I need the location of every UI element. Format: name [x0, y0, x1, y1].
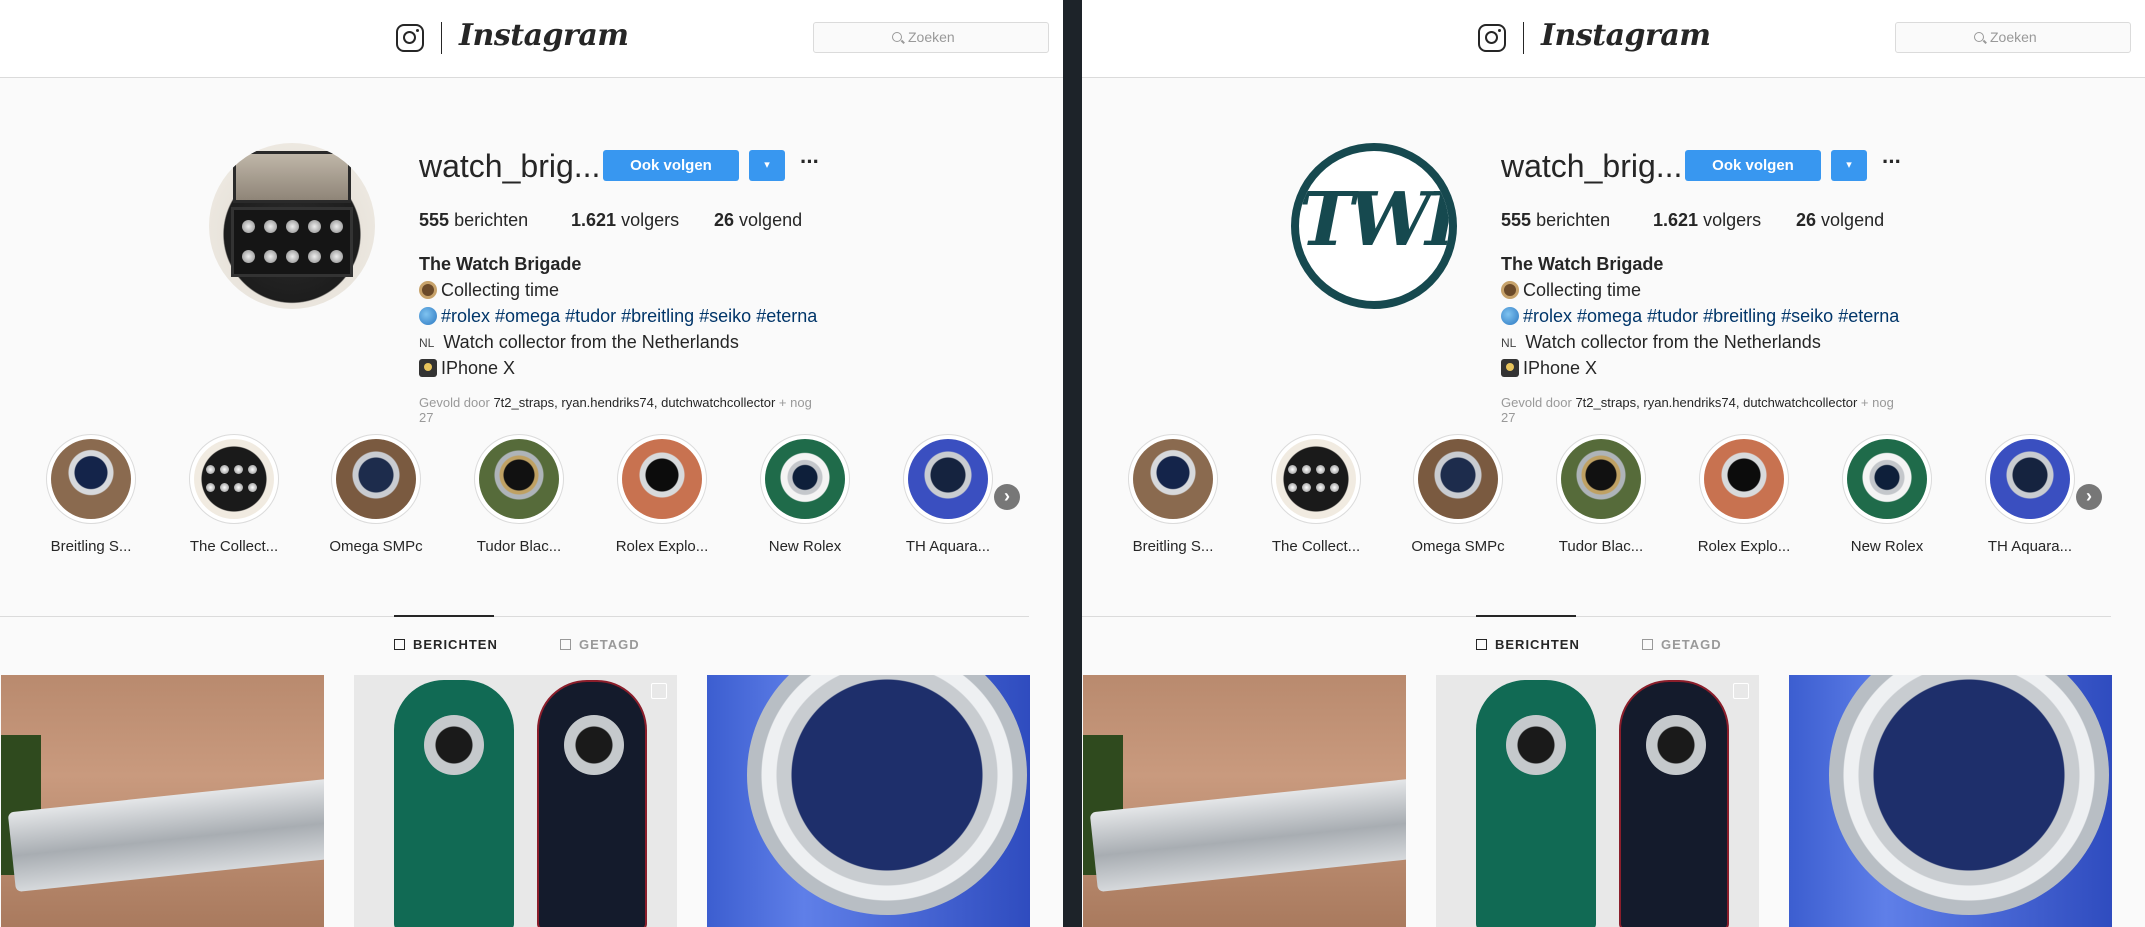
tabs-divider: [0, 616, 1029, 617]
stat-posts: 555 berichten: [419, 210, 529, 230]
grid-icon: [394, 639, 405, 650]
bio-full-name: The Watch Brigade: [1501, 254, 1664, 274]
bio-line-collector: NL Watch collector from the Netherlands: [1501, 332, 1821, 352]
bio-line-hashtags[interactable]: #rolex #omega #tudor #breitling #seiko #…: [419, 306, 817, 327]
mantel-clock-icon: [419, 281, 437, 299]
bio-full-name: The Watch Brigade: [419, 254, 582, 274]
bio-line-device: IPhone X: [419, 358, 515, 379]
more-options-icon[interactable]: ···: [800, 150, 824, 180]
followed-by[interactable]: Gevold door 7t2_straps, ryan.hendriks74,…: [1501, 395, 1911, 425]
instagram-camera-icon[interactable]: [1478, 24, 1506, 52]
highlight-story[interactable]: The Collect...: [1251, 434, 1381, 564]
active-tab-indicator: [394, 615, 494, 617]
flag-nl-icon: NL: [419, 336, 435, 350]
mantel-clock-icon: [1501, 281, 1519, 299]
tab-posts[interactable]: BERICHTEN: [394, 637, 498, 652]
instagram-camera-icon[interactable]: [396, 24, 424, 52]
highlight-story[interactable]: Omega SMPc: [311, 434, 441, 564]
avatar-box-lid: [233, 151, 351, 203]
search-placeholder: Zoeken: [1990, 29, 2037, 45]
stat-posts: 555 berichten: [1501, 210, 1611, 230]
bio-line-hashtags[interactable]: #rolex #omega #tudor #breitling #seiko #…: [1501, 306, 1899, 327]
highlight-story[interactable]: New Rolex: [740, 434, 870, 564]
logo-divider: [441, 22, 442, 54]
followed-by[interactable]: Gevold door 7t2_straps, ryan.hendriks74,…: [419, 395, 829, 425]
search-input[interactable]: Zoeken: [1895, 22, 2131, 53]
multi-photo-icon: [1733, 683, 1749, 699]
instagram-wordmark[interactable]: Instagram: [1541, 18, 1711, 53]
post-thumbnail[interactable]: [707, 675, 1030, 927]
logo-divider: [1523, 22, 1524, 54]
camera-icon: [419, 359, 437, 377]
more-options-icon[interactable]: ···: [1882, 150, 1906, 180]
twb-logo: TWB: [1299, 177, 1449, 263]
tab-tagged[interactable]: GETAGD: [560, 637, 640, 652]
instagram-wordmark[interactable]: Instagram: [459, 18, 629, 53]
profile-panel-left: Instagram Zoeken watch_brig... Ook volge…: [0, 0, 1063, 927]
highlight-story[interactable]: Rolex Explo...: [1679, 434, 1809, 564]
highlight-story[interactable]: Breitling S...: [26, 434, 156, 564]
highlight-story[interactable]: New Rolex: [1822, 434, 1952, 564]
post-thumbnail[interactable]: [1, 675, 324, 927]
profile-username: watch_brig...: [419, 148, 601, 184]
search-icon: [892, 32, 902, 42]
panel-divider: [1063, 0, 1082, 927]
active-tab-indicator: [1476, 615, 1576, 617]
multi-photo-icon: [651, 683, 667, 699]
tab-tagged[interactable]: GETAGD: [1642, 637, 1722, 652]
highlight-story[interactable]: Omega SMPc: [1393, 434, 1523, 564]
search-icon: [1974, 32, 1984, 42]
highlights-next-arrow-icon[interactable]: ›: [2076, 484, 2102, 510]
avatar-box-tray: [231, 207, 353, 277]
tagged-icon: [1642, 639, 1653, 650]
grid-icon: [1476, 639, 1487, 650]
profile-avatar[interactable]: [209, 143, 375, 309]
top-nav-bar: Instagram Zoeken: [1082, 0, 2145, 78]
highlight-story[interactable]: Tudor Blac...: [1536, 434, 1666, 564]
tab-posts[interactable]: BERICHTEN: [1476, 637, 1580, 652]
top-nav-bar: Instagram Zoeken: [0, 0, 1063, 78]
suggestions-dropdown-button[interactable]: ▾: [749, 150, 785, 181]
highlight-story[interactable]: Breitling S...: [1108, 434, 1238, 564]
post-thumbnail[interactable]: [354, 675, 677, 927]
suggestions-dropdown-button[interactable]: ▾: [1831, 150, 1867, 181]
search-input[interactable]: Zoeken: [813, 22, 1049, 53]
tagged-icon: [560, 639, 571, 650]
bio-line-collecting: Collecting time: [1501, 280, 1641, 301]
search-placeholder: Zoeken: [908, 29, 955, 45]
post-thumbnail[interactable]: [1789, 675, 2112, 927]
flag-nl-icon: NL: [1501, 336, 1517, 350]
follow-button[interactable]: Ook volgen: [1685, 150, 1821, 181]
profile-username: watch_brig...: [1501, 148, 1683, 184]
highlights-next-arrow-icon[interactable]: ›: [994, 484, 1020, 510]
highlight-story[interactable]: Tudor Blac...: [454, 434, 584, 564]
profile-panel-right: Instagram Zoeken TWB watch_brig... Ook v…: [1082, 0, 2145, 927]
stat-followers[interactable]: 1.621 volgers: [1653, 210, 1761, 231]
highlight-story[interactable]: The Collect...: [169, 434, 299, 564]
follow-button[interactable]: Ook volgen: [603, 150, 739, 181]
bio-line-collecting: Collecting time: [419, 280, 559, 301]
bio-line-device: IPhone X: [1501, 358, 1597, 379]
profile-avatar[interactable]: TWB: [1291, 143, 1457, 309]
highlight-story[interactable]: Rolex Explo...: [597, 434, 727, 564]
post-thumbnail[interactable]: [1083, 675, 1406, 927]
stat-followers[interactable]: 1.621 volgers: [571, 210, 679, 231]
globe-icon: [1501, 307, 1519, 325]
stat-following[interactable]: 26 volgend: [714, 210, 802, 231]
stat-following[interactable]: 26 volgend: [1796, 210, 1884, 231]
post-thumbnail[interactable]: [1436, 675, 1759, 927]
bio-line-collector: NL Watch collector from the Netherlands: [419, 332, 739, 352]
camera-icon: [1501, 359, 1519, 377]
globe-icon: [419, 307, 437, 325]
tabs-divider: [1082, 616, 2111, 617]
